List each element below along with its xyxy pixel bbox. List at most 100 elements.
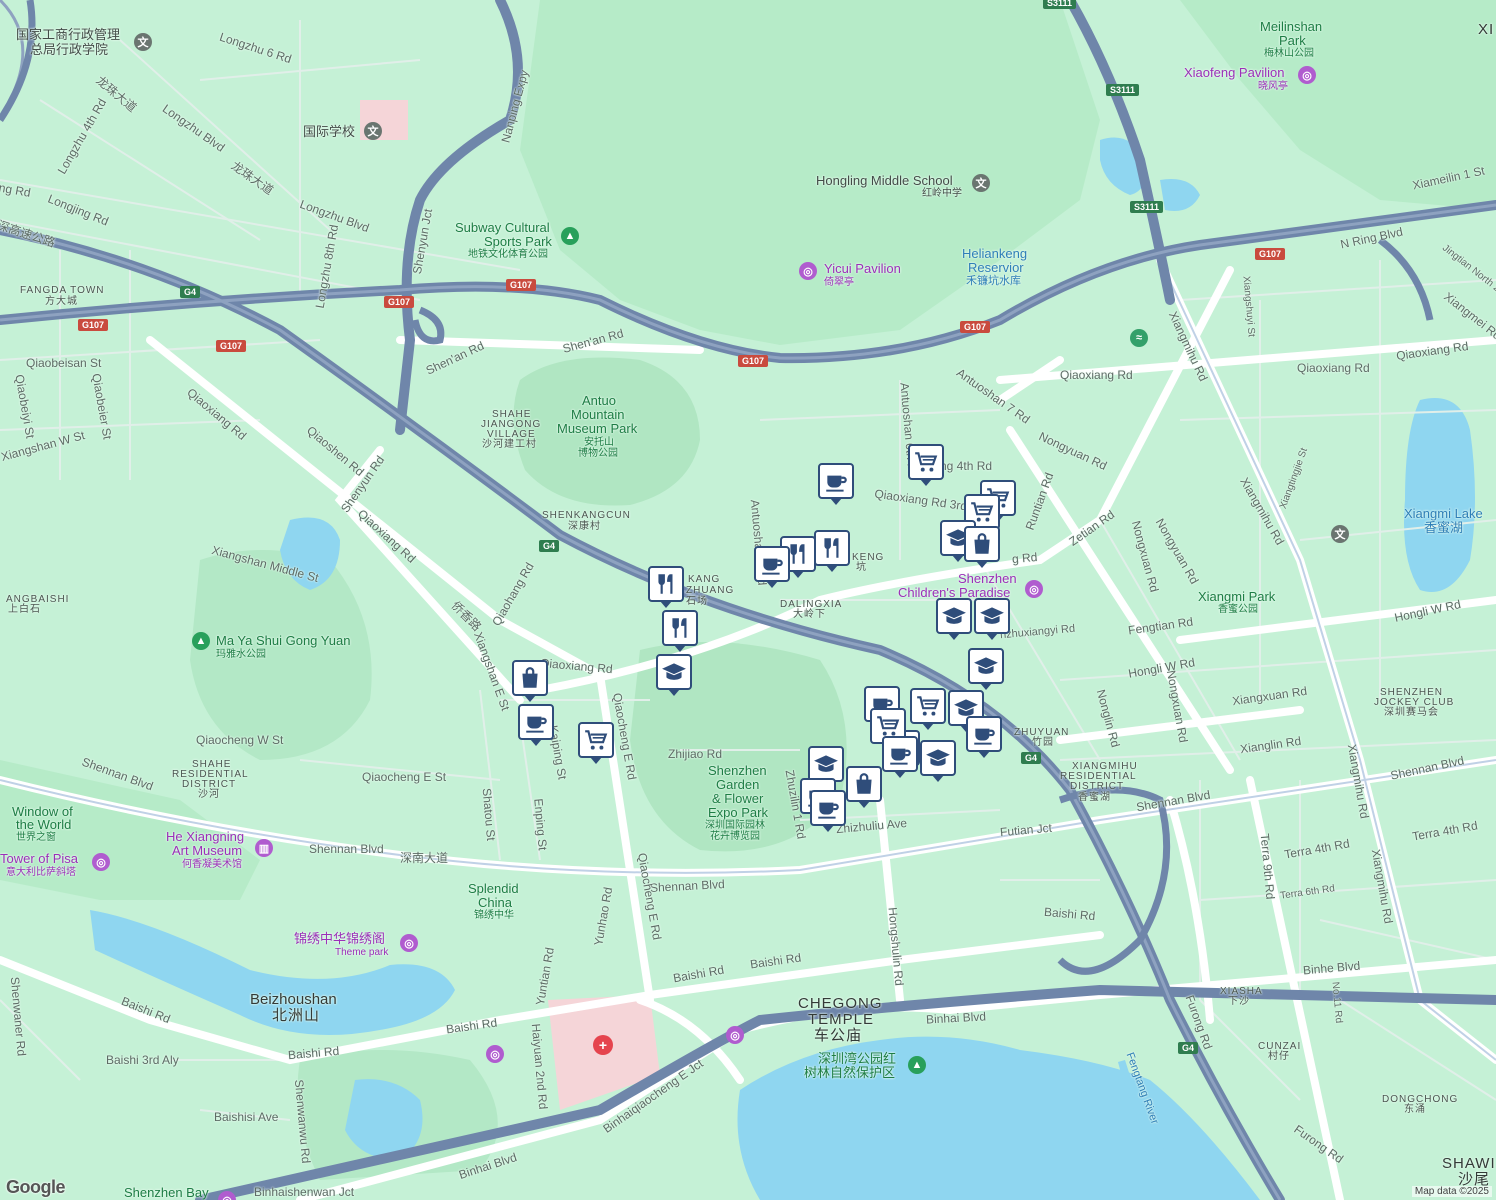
g107-shield: G107	[506, 279, 537, 291]
cafe-icon	[974, 728, 995, 745]
cafe-icon	[826, 475, 847, 492]
district-label: 坑	[856, 562, 867, 573]
google-logo: Google	[6, 1177, 66, 1197]
attraction-icon[interactable]: ◎	[400, 934, 418, 952]
school-icon[interactable]: 文	[364, 122, 382, 140]
place-label: 意大利比萨斜塔	[6, 867, 76, 878]
museum-icon[interactable]: ▥	[255, 839, 273, 857]
water-label: Heliankeng	[962, 246, 1028, 261]
park-label: 地铁文化体育公园	[468, 249, 548, 260]
place-label: SHAWI	[1442, 1155, 1496, 1172]
g107-shield: G107	[738, 355, 769, 367]
g4-shield: G4	[1178, 1042, 1199, 1054]
park-label: Subway Cultural	[455, 220, 550, 235]
place-label: Tower of Pisa	[0, 851, 79, 866]
map-canvas[interactable]: G107 G107 G107 G107 G107 G107 G107 G4 G4…	[0, 0, 1496, 1200]
district-label: 深康村	[568, 521, 601, 532]
cafe-pin[interactable]	[754, 546, 790, 588]
school-icon	[980, 607, 1004, 624]
place-label: He Xiangning	[166, 829, 245, 844]
road-label: Qiaobeisan St	[26, 356, 102, 370]
shopping-pin[interactable]	[964, 526, 1000, 568]
restaurant-pin[interactable]	[814, 530, 850, 572]
attraction-icon[interactable]: ◎	[1298, 66, 1316, 84]
cafe-pin[interactable]	[818, 463, 854, 505]
hospital-icon[interactable]: +	[593, 1035, 613, 1055]
school-icon[interactable]: 文	[972, 174, 990, 192]
school-pin[interactable]	[936, 598, 972, 640]
road-label: Zhijiao Rd	[668, 747, 723, 761]
shopping-icon	[974, 533, 990, 554]
park-label: Museum Park	[557, 421, 638, 436]
school-pin[interactable]	[974, 598, 1010, 640]
cafe-pin[interactable]	[810, 790, 846, 832]
place-label: 总局行政学院	[30, 42, 109, 57]
shopping-pin[interactable]	[846, 766, 882, 808]
cafe-pin[interactable]	[966, 716, 1002, 758]
district-label: 沙河	[198, 789, 220, 800]
district-label: 东涌	[1404, 1104, 1426, 1115]
attraction-icon[interactable]: ◎	[726, 1026, 744, 1044]
district-label: 下沙	[1228, 996, 1250, 1007]
district-label: 村仔	[1268, 1051, 1290, 1062]
school-icon	[662, 663, 686, 680]
district-label: 大岭下	[793, 609, 826, 620]
park-icon[interactable]: ▲	[192, 632, 210, 650]
place-label: 红岭中学	[922, 188, 962, 199]
water-label: 禾镰坑水库	[966, 275, 1021, 287]
park-label: 锦绣中华	[474, 910, 514, 921]
school-pin[interactable]	[920, 740, 956, 782]
school-pin[interactable]	[656, 654, 692, 696]
s3111-shield: S3111	[1130, 201, 1164, 213]
road-label: Baishisi Ave	[214, 1110, 279, 1124]
place-label: XI	[1478, 21, 1495, 38]
grocery-pin[interactable]	[908, 444, 944, 486]
park-label: Shenzhen	[708, 763, 767, 778]
attraction-icon[interactable]: ◎	[799, 262, 817, 280]
s3111-shield: S3111	[1106, 84, 1140, 96]
shopping-pin[interactable]	[512, 660, 548, 702]
place-label: 何香凝美术馆	[182, 859, 242, 870]
grocery-pin[interactable]	[578, 722, 614, 764]
road-label: Qiaoxiang Rd	[1297, 361, 1370, 375]
park-label: 深圳湾公园红	[818, 1051, 897, 1066]
cafe-pin[interactable]	[882, 736, 918, 778]
cafe-pin[interactable]	[518, 704, 554, 746]
attraction-icon[interactable]: ◎	[1025, 580, 1043, 598]
park-label: Sports Park	[484, 234, 552, 249]
park-label: Park	[1279, 33, 1306, 48]
school-pin[interactable]	[808, 746, 844, 788]
park-icon[interactable]: ▲	[561, 227, 579, 245]
school-icon	[974, 657, 998, 674]
park-label: 世界之窗	[16, 832, 56, 843]
grocery-pin[interactable]	[910, 688, 946, 730]
attraction-icon[interactable]: ◎	[92, 853, 110, 871]
district-label: 香蜜湖	[1078, 792, 1111, 803]
school-icon[interactable]: 文	[134, 33, 152, 51]
school-pin[interactable]	[968, 648, 1004, 690]
g107-shield: G107	[384, 296, 415, 308]
cafe-icon	[818, 802, 839, 819]
g4-shield: G4	[539, 540, 560, 552]
school-icon	[942, 607, 966, 624]
place-label: 晓风亭	[1258, 81, 1288, 92]
park-icon[interactable]: ▲	[908, 1056, 926, 1074]
place-label: Art Museum	[172, 843, 243, 858]
road-label: Qiaocheng W St	[196, 733, 284, 747]
school-icon[interactable]: 文	[1331, 525, 1349, 543]
road-label: ng 4th Rd	[940, 459, 993, 473]
water-label: Xiangmi Lake	[1404, 506, 1483, 521]
g107-shield: G107	[1255, 248, 1286, 260]
restaurant-pin[interactable]	[662, 610, 698, 652]
shopping-icon	[856, 773, 872, 794]
swimming-icon[interactable]: ≈	[1130, 329, 1148, 347]
restaurant-pin[interactable]	[648, 566, 684, 608]
place-label: 倚翠亭	[824, 277, 854, 288]
park-label: Xiangmi Park	[1198, 589, 1276, 604]
road-label: 深南大道	[400, 851, 449, 865]
restaurant-icon	[672, 618, 687, 638]
park-label: Expo Park	[708, 805, 768, 820]
attraction-icon[interactable]: ◎	[486, 1045, 504, 1063]
attribution[interactable]: Map data ©2025	[1411, 1186, 1492, 1197]
place-label: CHEGONG	[798, 995, 883, 1012]
